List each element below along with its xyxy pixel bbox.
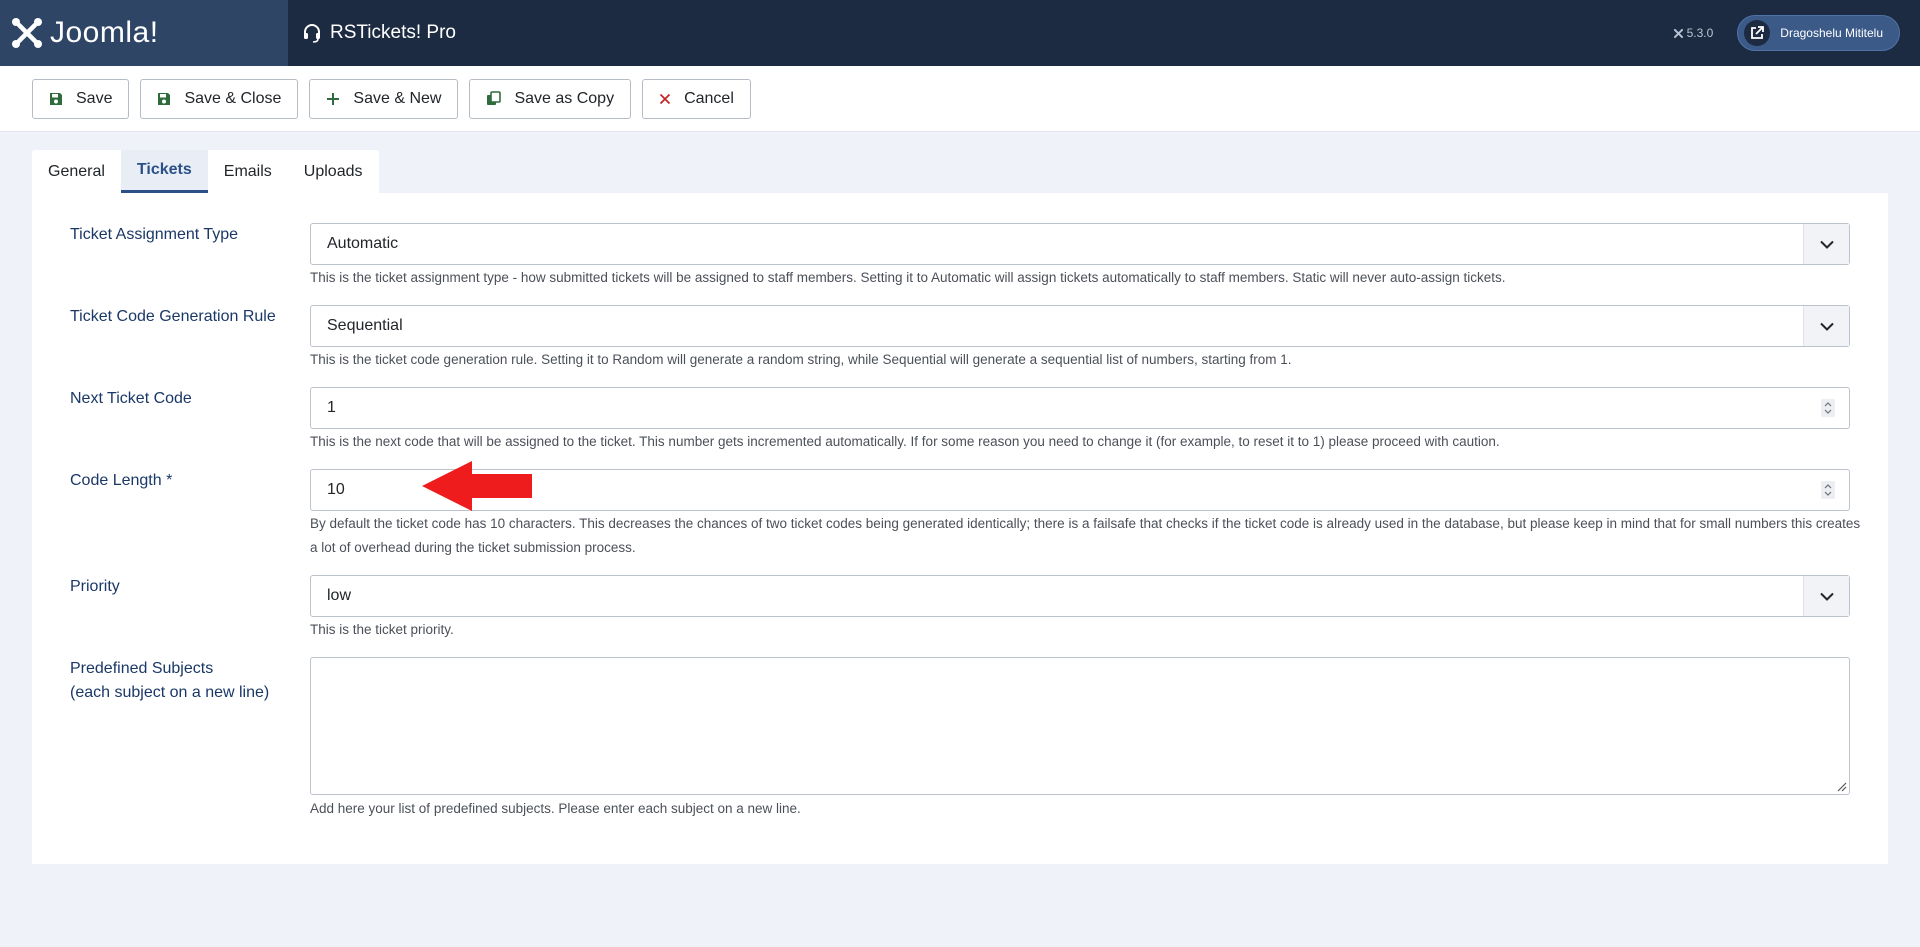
- resize-grip-icon[interactable]: [1835, 780, 1847, 792]
- save-copy-button[interactable]: Save as Copy: [469, 78, 632, 119]
- assignment-type-label: Ticket Assignment Type: [70, 226, 239, 243]
- number-spinner[interactable]: [1821, 399, 1835, 417]
- brand-name: Joomla!: [50, 16, 159, 49]
- save-icon: [158, 92, 171, 105]
- joomla-small-icon: [1673, 28, 1683, 38]
- external-link-icon: [1744, 20, 1771, 46]
- tab-emails[interactable]: Emails: [208, 150, 288, 193]
- copy-icon: [487, 91, 502, 105]
- joomla-icon: [12, 18, 42, 48]
- next-code-input[interactable]: 1: [310, 387, 1850, 429]
- save-icon: [50, 92, 62, 105]
- tickets-settings-panel: Ticket Assignment Type Automatic This is…: [32, 193, 1888, 864]
- close-icon: [659, 93, 671, 104]
- version-badge: 5.3.0: [1673, 26, 1714, 40]
- chevron-down-icon[interactable]: [1803, 224, 1849, 264]
- priority-label: Priority: [70, 578, 120, 595]
- tab-general[interactable]: General: [32, 150, 121, 193]
- number-spinner[interactable]: [1821, 481, 1835, 499]
- code-rule-help: This is the ticket code generation rule.…: [310, 352, 1292, 367]
- top-header: Joomla! RSTickets! Pro 5.3.0 Dragoshelu …: [0, 0, 1920, 66]
- next-code-help: This is the next code that will be assig…: [310, 434, 1500, 449]
- subjects-label: Predefined Subjects (each subject on a n…: [70, 660, 270, 701]
- user-menu-button[interactable]: Dragoshelu Mititelu: [1737, 15, 1900, 51]
- code-length-help: By default the ticket code has 10 charac…: [310, 516, 1861, 555]
- cancel-button[interactable]: Cancel: [642, 78, 751, 119]
- tab-tickets[interactable]: Tickets: [120, 150, 208, 193]
- tab-uploads[interactable]: Uploads: [288, 150, 379, 193]
- save-button[interactable]: Save: [32, 78, 130, 119]
- code-rule-label: Ticket Code Generation Rule: [70, 308, 276, 325]
- save-close-button[interactable]: Save & Close: [140, 78, 299, 119]
- priority-help: This is the ticket priority.: [310, 622, 454, 637]
- toolbar: Save Save & Close Save & New Save as Cop…: [0, 66, 1920, 132]
- page-title: RSTickets! Pro: [302, 22, 456, 44]
- save-new-button[interactable]: Save & New: [309, 78, 459, 119]
- subjects-help: Add here your list of predefined subject…: [310, 801, 801, 816]
- tab-bar: General Tickets Emails Uploads: [32, 150, 379, 193]
- assignment-type-help: This is the ticket assignment type - how…: [310, 270, 1506, 285]
- subjects-textarea[interactable]: [310, 657, 1850, 795]
- joomla-logo[interactable]: Joomla!: [0, 0, 288, 66]
- annotation-arrow-icon: [422, 461, 532, 511]
- page-title-text: RSTickets! Pro: [330, 22, 456, 43]
- user-name: Dragoshelu Mititelu: [1780, 26, 1883, 40]
- headset-icon: [304, 24, 320, 43]
- next-code-label: Next Ticket Code: [70, 390, 192, 407]
- code-length-input[interactable]: 10: [310, 469, 1850, 511]
- code-length-label: Code Length *: [70, 472, 173, 489]
- chevron-down-icon[interactable]: [1803, 576, 1849, 616]
- version-text: 5.3.0: [1686, 26, 1714, 40]
- priority-select[interactable]: low: [310, 575, 1850, 617]
- chevron-down-icon[interactable]: [1803, 306, 1849, 346]
- code-rule-select[interactable]: Sequential: [310, 305, 1850, 347]
- assignment-type-select[interactable]: Automatic: [310, 223, 1850, 265]
- plus-icon: [327, 92, 340, 105]
